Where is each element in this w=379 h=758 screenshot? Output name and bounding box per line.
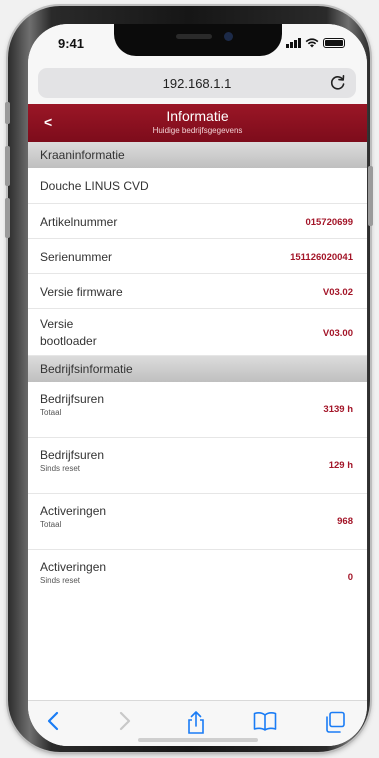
status-icons — [286, 38, 345, 48]
info-row-activeringen-totaal: Activeringen Totaal 968 — [28, 494, 367, 550]
info-row-bedrijfsuren-totaal: Bedrijfsuren Totaal 3139 h — [28, 382, 367, 438]
page-header: < Informatie Huidige bedrijfsgegevens — [28, 104, 367, 142]
url-field[interactable]: 192.168.1.1 — [38, 68, 356, 98]
info-value: 015720699 — [305, 217, 353, 228]
info-value: 968 — [337, 516, 353, 527]
forward-icon[interactable] — [118, 711, 132, 731]
info-row-serienummer: Serienummer 151126020041 — [28, 239, 367, 274]
screen: 9:41 192.168.1.1 < Informatie Huidige be… — [28, 24, 367, 746]
info-value: 151126020041 — [290, 252, 353, 263]
content: Kraaninformatie Douche LINUS CVD Artikel… — [28, 142, 367, 700]
info-value: 129 h — [328, 460, 353, 471]
share-icon[interactable] — [186, 711, 206, 735]
url-text: 192.168.1.1 — [162, 76, 232, 91]
info-label: Bedrijfsuren — [40, 448, 105, 462]
info-label: Artikelnummer — [40, 215, 118, 229]
info-label: Activeringen — [40, 504, 107, 518]
info-label: Activeringen — [40, 560, 107, 574]
reload-icon[interactable] — [328, 73, 348, 93]
battery-icon — [323, 38, 345, 48]
info-sublabel: Sinds reset — [40, 576, 81, 585]
back-icon[interactable] — [46, 711, 60, 731]
info-labels: Bedrijfsuren Totaal — [40, 392, 104, 417]
info-labels: Activeringen Totaal — [40, 504, 106, 529]
front-camera — [224, 32, 233, 41]
info-sublabel: Sinds reset — [40, 464, 81, 473]
info-label: Serienummer — [40, 250, 113, 264]
page-title: Informatie — [166, 108, 229, 124]
product-name: Douche LINUS CVD — [40, 179, 149, 193]
status-time: 9:41 — [58, 36, 85, 51]
page-subtitle: Huidige bedrijfsgegevens — [152, 126, 243, 135]
info-label: Bedrijfsuren — [40, 392, 105, 406]
notch — [114, 24, 282, 56]
info-value: 3139 h — [323, 404, 353, 415]
address-bar: 192.168.1.1 — [28, 62, 367, 104]
info-row-activeringen-reset: Activeringen Sinds reset 0 — [28, 550, 367, 606]
info-value: V03.02 — [322, 287, 353, 298]
wifi-icon — [305, 38, 319, 48]
info-label: Versie firmware — [40, 285, 123, 299]
product-row: Douche LINUS CVD — [28, 168, 367, 204]
tabs-icon[interactable] — [324, 711, 346, 733]
section-header-kraaninformatie: Kraaninformatie — [28, 142, 367, 168]
volume-up-button — [5, 146, 10, 186]
info-row-bootloader: Versie bootloader V03.00 — [28, 309, 367, 356]
info-row-artikelnummer: Artikelnummer 015720699 — [28, 204, 367, 239]
info-labels: Bedrijfsuren Sinds reset — [40, 448, 104, 473]
info-value: 0 — [347, 572, 353, 583]
info-row-bedrijfsuren-reset: Bedrijfsuren Sinds reset 129 h — [28, 438, 367, 494]
home-indicator — [138, 738, 258, 742]
side-button — [5, 102, 10, 124]
section-header-bedrijfsinformatie: Bedrijfsinformatie — [28, 356, 367, 382]
speaker — [176, 34, 212, 39]
power-button — [368, 166, 373, 226]
info-row-firmware: Versie firmware V03.02 — [28, 274, 367, 309]
signal-icon — [286, 38, 301, 48]
info-sublabel: Totaal — [40, 520, 62, 529]
phone-frame: 9:41 192.168.1.1 < Informatie Huidige be… — [5, 6, 373, 752]
info-label: Versie bootloader — [40, 317, 97, 348]
volume-down-button — [5, 198, 10, 238]
bookmarks-icon[interactable] — [253, 711, 277, 731]
info-value: V03.00 — [322, 328, 353, 339]
info-labels: Activeringen Sinds reset — [40, 560, 106, 585]
info-sublabel: Totaal — [40, 408, 62, 417]
